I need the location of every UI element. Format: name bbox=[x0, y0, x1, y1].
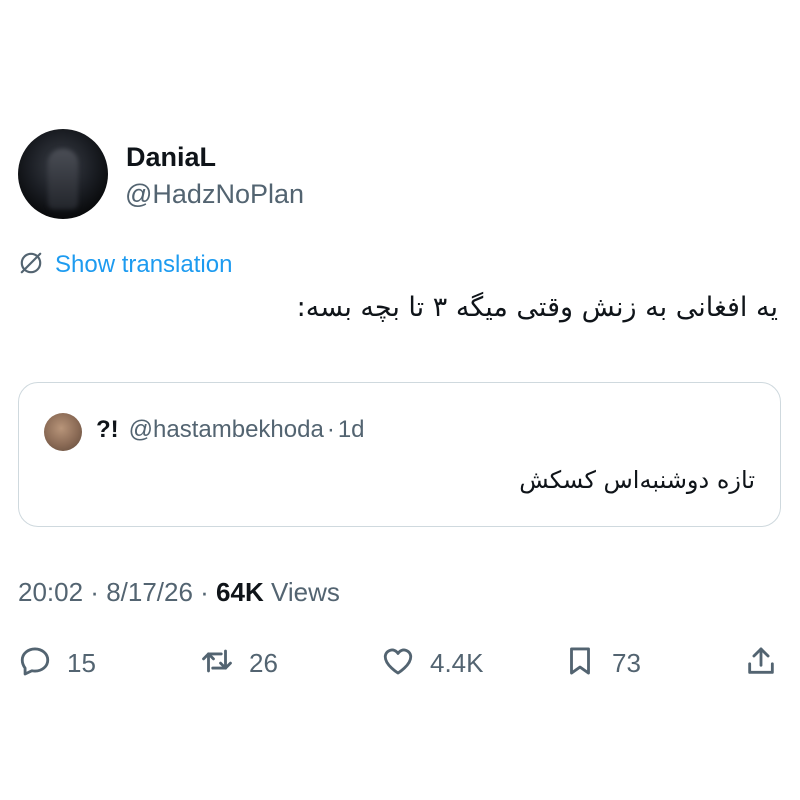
bookmark-icon bbox=[563, 644, 597, 683]
views-count: 64K bbox=[216, 577, 264, 607]
author-handle[interactable]: @HadzNoPlan bbox=[125, 179, 304, 210]
tweet-meta: 20:02 · 8/17/26 · 64K Views bbox=[18, 577, 340, 608]
quoted-author-name: ?! bbox=[96, 416, 119, 443]
quoted-author-handle: @hastambekhoda bbox=[128, 416, 324, 443]
avatar-figure bbox=[48, 149, 78, 209]
quoted-tweet-card[interactable]: ?! @hastambekhoda · 1d تازه دوشنبه‌اس کسکش bbox=[18, 382, 781, 527]
quoted-author-avatar bbox=[44, 413, 82, 451]
retweet-button[interactable]: 26 bbox=[200, 645, 278, 681]
author-avatar[interactable] bbox=[18, 129, 108, 219]
reply-icon bbox=[18, 644, 52, 683]
like-count: 4.4K bbox=[430, 647, 484, 678]
quoted-time: 1d bbox=[337, 416, 365, 443]
retweet-icon bbox=[200, 644, 234, 683]
author-display-name[interactable]: DaniaL bbox=[126, 142, 216, 173]
reply-count: 15 bbox=[67, 647, 96, 678]
tweet-date[interactable]: 8/17/26 bbox=[106, 577, 193, 607]
retweet-count: 26 bbox=[249, 647, 278, 678]
heart-icon bbox=[381, 644, 415, 683]
meta-separator: · bbox=[83, 577, 107, 607]
show-translation-label: Show translation bbox=[55, 251, 233, 278]
tweet-text: یه افغانی به زنش وقتی میگه ۳ تا بچه بسه: bbox=[296, 292, 778, 323]
bookmark-button[interactable]: 73 bbox=[563, 645, 641, 681]
bookmark-count: 73 bbox=[612, 647, 641, 678]
share-button[interactable] bbox=[744, 645, 778, 681]
meta-separator: · bbox=[192, 577, 217, 607]
quoted-tweet-header: ?! @hastambekhoda · 1d bbox=[96, 416, 365, 444]
tweet-page: DaniaL @HadzNoPlan Show translation یه ا… bbox=[0, 0, 800, 800]
tweet-time[interactable]: 20:02 bbox=[18, 577, 83, 607]
share-icon bbox=[744, 644, 778, 683]
translate-icon bbox=[18, 250, 44, 281]
show-translation-link[interactable]: Show translation bbox=[18, 250, 232, 280]
views-label: Views bbox=[270, 577, 340, 607]
reply-button[interactable]: 15 bbox=[18, 645, 96, 681]
quoted-separator: · bbox=[326, 416, 335, 443]
quoted-tweet-text: تازه دوشنبه‌اس کسکش bbox=[519, 466, 755, 494]
like-button[interactable]: 4.4K bbox=[381, 645, 484, 681]
